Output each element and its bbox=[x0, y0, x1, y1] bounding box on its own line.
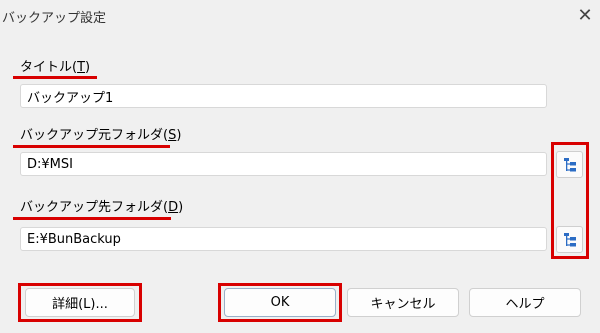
details-button[interactable]: 詳細(L)... bbox=[25, 288, 135, 317]
close-icon[interactable]: ✕ bbox=[572, 3, 598, 27]
help-button[interactable]: ヘルプ bbox=[469, 288, 581, 317]
dest-folder-label: バックアップ先フォルダ(D) bbox=[20, 200, 184, 215]
dest-label-highlight bbox=[13, 217, 171, 220]
browse-dest-button[interactable] bbox=[556, 226, 583, 253]
dest-mnemonic: D bbox=[168, 200, 179, 215]
title-mnemonic: T bbox=[77, 60, 86, 75]
ok-button[interactable]: OK bbox=[224, 288, 336, 317]
folder-tree-icon bbox=[563, 232, 576, 246]
browse-source-button[interactable] bbox=[556, 151, 583, 178]
source-folder-label: バックアップ元フォルダ(S) bbox=[20, 128, 182, 143]
title-label-highlight bbox=[13, 76, 97, 79]
title-input[interactable] bbox=[20, 84, 547, 108]
source-folder-input[interactable] bbox=[20, 152, 547, 176]
source-label-highlight bbox=[13, 145, 170, 148]
title-label: タイトル(T) bbox=[20, 60, 91, 75]
title-bar: バックアップ設定 ✕ bbox=[0, 0, 600, 32]
dest-folder-input[interactable] bbox=[20, 227, 547, 251]
cancel-button[interactable]: キャンセル bbox=[347, 288, 459, 317]
folder-tree-icon bbox=[563, 157, 576, 171]
window-title: バックアップ設定 bbox=[2, 11, 107, 26]
